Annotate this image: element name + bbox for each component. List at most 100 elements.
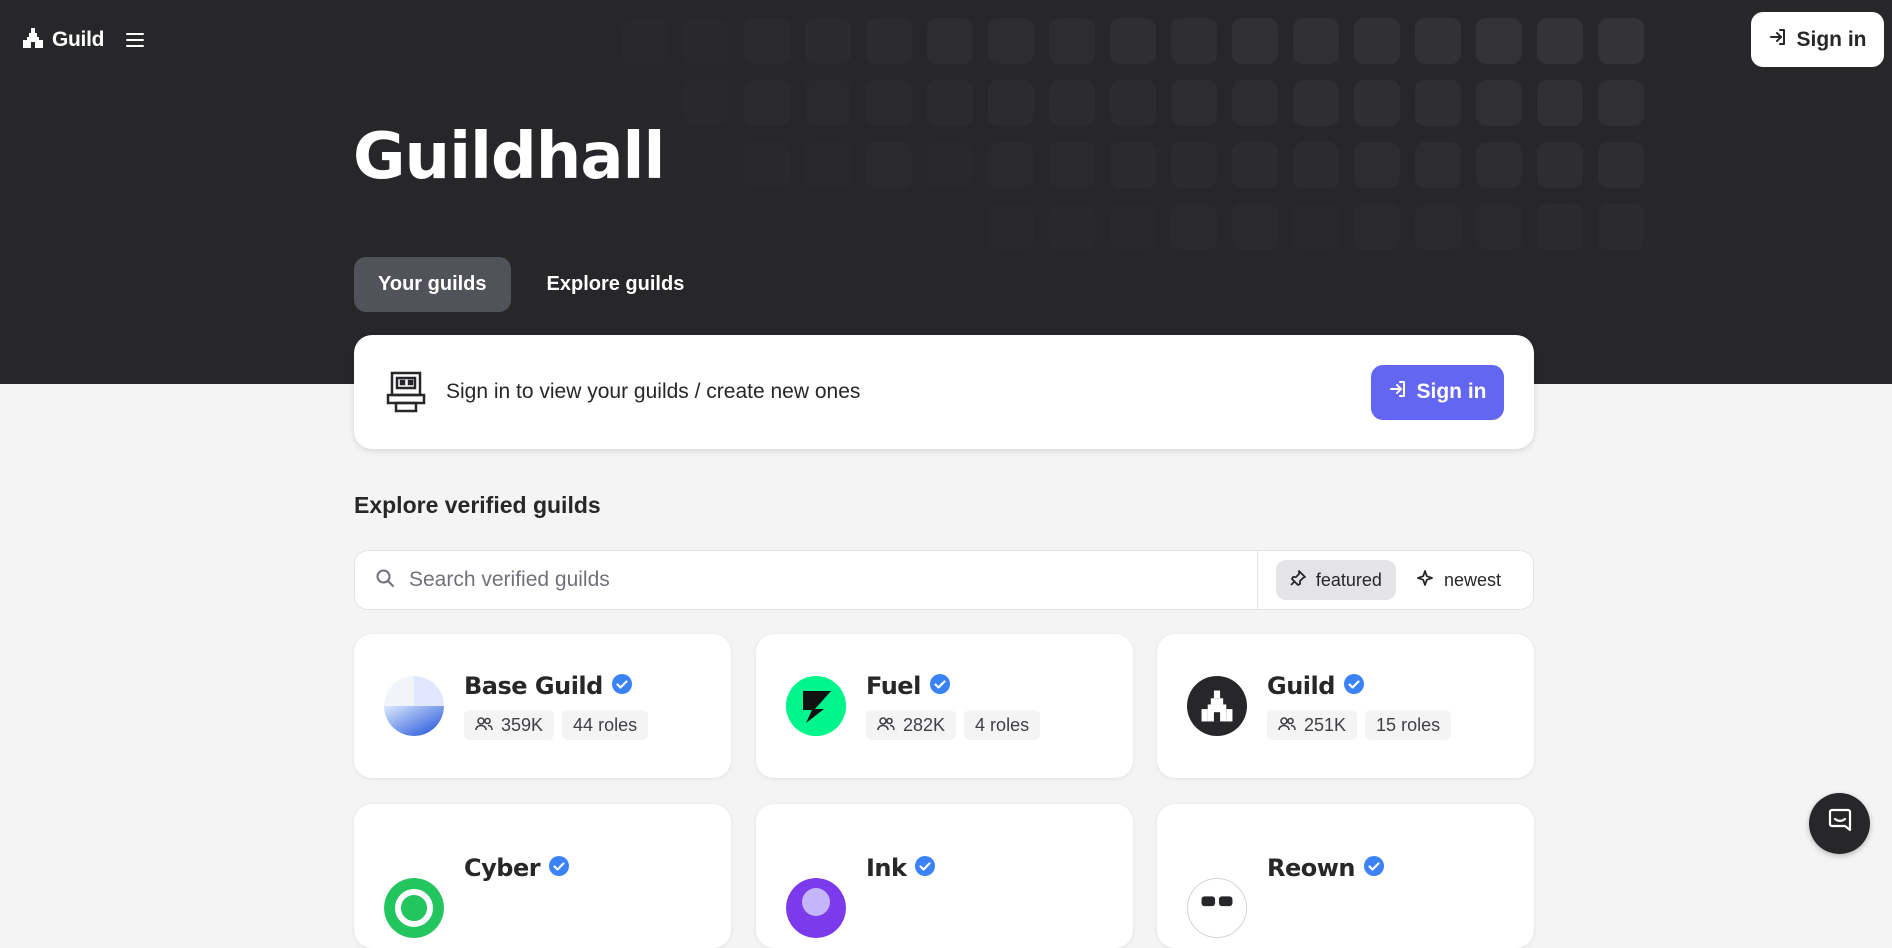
decorative-avatar	[1476, 204, 1522, 250]
decorative-avatar	[683, 80, 729, 126]
menu-icon[interactable]	[126, 32, 145, 48]
decorative-avatar	[1171, 18, 1217, 64]
decorative-avatar	[561, 204, 607, 250]
guild-name: Base Guild	[464, 672, 603, 700]
decorative-avatar	[1354, 80, 1400, 126]
fuel-logo	[786, 676, 846, 736]
decorative-avatar	[927, 142, 973, 188]
users-icon	[877, 715, 895, 736]
guild-card[interactable]: Cyber	[354, 804, 731, 948]
guild-name: Guild	[1267, 672, 1335, 700]
decorative-avatar	[1415, 204, 1461, 250]
decorative-avatar	[988, 204, 1034, 250]
ink-logo	[786, 878, 846, 938]
member-count-tag: 282K	[866, 710, 957, 740]
verified-icon	[929, 673, 951, 700]
verified-icon	[914, 855, 936, 882]
users-icon	[1278, 715, 1296, 736]
decorative-avatar	[622, 204, 668, 250]
decorative-avatar	[1598, 80, 1644, 126]
logo[interactable]: Guild	[22, 25, 145, 55]
sort-featured-label: featured	[1315, 569, 1382, 590]
decorative-avatar	[1293, 18, 1339, 64]
logo-text: Guild	[52, 28, 105, 51]
decorative-avatar	[1171, 80, 1217, 126]
guild-name: Cyber	[464, 854, 541, 882]
decorative-avatar	[927, 204, 973, 250]
decorative-pattern	[500, 18, 1892, 308]
decorative-avatar	[622, 18, 668, 64]
sort-options: featured newest	[1256, 551, 1533, 609]
decorative-avatar	[866, 204, 912, 250]
decorative-avatar	[1598, 204, 1644, 250]
decorative-avatar	[1415, 142, 1461, 188]
decorative-avatar	[1232, 18, 1278, 64]
decorative-avatar	[988, 80, 1034, 126]
decorative-avatar	[1232, 142, 1278, 188]
guild-name: Fuel	[866, 672, 921, 700]
users-icon	[475, 715, 493, 736]
decorative-avatar	[1110, 204, 1156, 250]
roles-count: 44 roles	[562, 710, 649, 740]
decorative-avatar	[1354, 142, 1400, 188]
guild-name: Ink	[866, 854, 907, 882]
decorative-avatar	[683, 18, 729, 64]
decorative-avatar	[805, 142, 851, 188]
tab-your-guilds[interactable]: Your guilds	[354, 257, 511, 312]
decorative-avatar	[866, 18, 912, 64]
decorative-avatar	[927, 80, 973, 126]
search-icon	[375, 568, 395, 593]
member-count: 282K	[903, 714, 946, 735]
verified-icon	[1343, 673, 1365, 700]
signin-message: Sign in to view your guilds / create new…	[446, 380, 861, 403]
page-title: Guildhall	[353, 120, 665, 194]
search-input[interactable]	[409, 568, 1209, 592]
decorative-avatar	[1354, 204, 1400, 250]
decorative-avatar	[683, 204, 729, 250]
decorative-avatar	[683, 142, 729, 188]
robot-icon	[384, 370, 428, 414]
decorative-avatar	[866, 80, 912, 126]
guild-tabs: Your guilds Explore guilds	[354, 257, 708, 312]
decorative-avatar	[744, 204, 790, 250]
header-signin-button[interactable]: Sign in	[1751, 12, 1884, 67]
guild-logo	[1187, 676, 1247, 736]
guild-card[interactable]: Fuel 282K 4 roles	[756, 634, 1133, 778]
decorative-avatar	[1354, 18, 1400, 64]
search-field[interactable]	[355, 551, 1257, 609]
guild-card[interactable]: Ink	[756, 804, 1133, 948]
pin-icon	[1290, 569, 1306, 591]
decorative-avatar	[1293, 204, 1339, 250]
sort-newest-button[interactable]: newest	[1402, 560, 1515, 600]
roles-count: 4 roles	[964, 710, 1041, 740]
tab-explore-guilds[interactable]: Explore guilds	[523, 257, 709, 312]
card-signin-button[interactable]: Sign in	[1371, 364, 1504, 420]
guild-card[interactable]: Reown	[1157, 804, 1534, 948]
decorative-avatar	[744, 18, 790, 64]
decorative-avatar	[1232, 80, 1278, 126]
decorative-avatar	[988, 18, 1034, 64]
sort-featured-button[interactable]: featured	[1275, 560, 1396, 600]
decorative-avatar	[1598, 142, 1644, 188]
decorative-avatar	[1049, 80, 1095, 126]
decorative-avatar	[1110, 80, 1156, 126]
guild-card[interactable]: Guild 251K 15 roles	[1157, 634, 1534, 778]
card-signin-label: Sign in	[1416, 380, 1487, 403]
decorative-avatar	[1415, 80, 1461, 126]
hero-header: Guild Sign in Guildhall Your guilds Expl…	[0, 0, 1892, 384]
verified-icon	[611, 673, 633, 700]
section-title: Explore verified guilds	[354, 492, 601, 518]
decorative-avatar	[1476, 80, 1522, 126]
decorative-avatar	[1537, 80, 1583, 126]
chat-support-button[interactable]	[1809, 793, 1870, 854]
signin-icon	[1389, 380, 1407, 404]
decorative-avatar	[1171, 142, 1217, 188]
cyber-logo	[384, 878, 444, 938]
sort-newest-label: newest	[1443, 569, 1501, 590]
decorative-avatar	[1537, 204, 1583, 250]
guild-name: Reown	[1267, 854, 1356, 882]
guild-card[interactable]: Base Guild 359K 44 roles	[354, 634, 731, 778]
decorative-avatar	[1110, 142, 1156, 188]
base-logo	[384, 676, 444, 736]
member-count-tag: 359K	[464, 710, 555, 740]
